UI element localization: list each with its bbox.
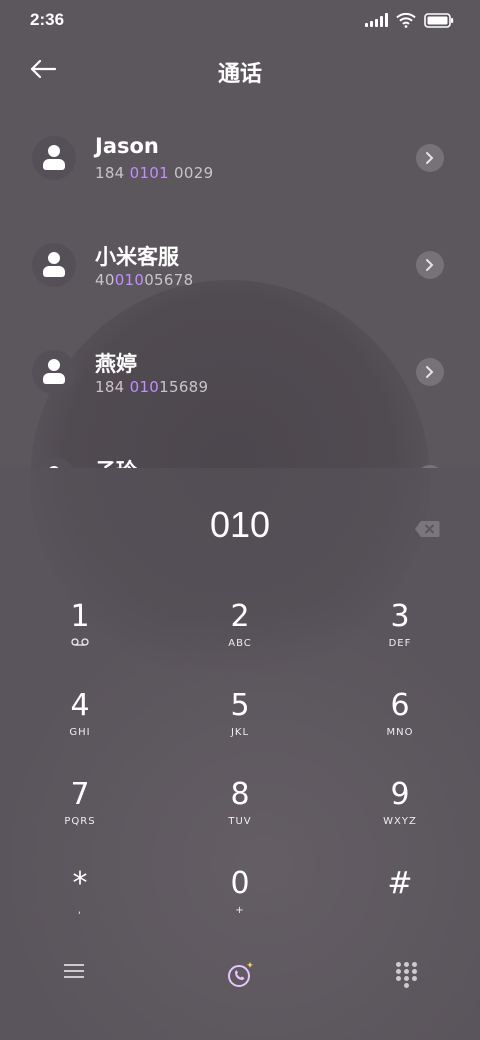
dial-key-0[interactable]: 0 + (180, 867, 300, 947)
status-icons (365, 12, 454, 28)
dial-key-hash[interactable]: # (340, 867, 460, 947)
dial-input[interactable]: 010 (0, 504, 480, 546)
contact-number: 184 0101 0029 (95, 164, 214, 182)
chevron-right-icon (426, 259, 434, 271)
contact-name: Jason (95, 134, 159, 158)
chevron-right-icon (426, 366, 434, 378)
avatar (32, 350, 76, 394)
contact-item[interactable]: Jason 184 0101 0029 (0, 110, 480, 210)
contact-name: 小米客服 (95, 245, 179, 269)
avatar (32, 136, 76, 180)
battery-icon (424, 12, 454, 28)
wifi-icon (396, 12, 416, 28)
dial-key-8[interactable]: 8 TUV (180, 778, 300, 858)
contact-number: 4001005678 (95, 271, 194, 289)
dial-key-9[interactable]: 9 WXYZ (340, 778, 460, 858)
dial-key-4[interactable]: 4 GHI (20, 689, 140, 769)
signal-icon (365, 13, 388, 27)
bottom-bar (0, 960, 480, 1020)
contact-name: 燕婷 (95, 352, 137, 376)
page-title: 通话 (217, 62, 262, 87)
dial-key-5[interactable]: 5 JKL (180, 689, 300, 769)
voicemail-icon (20, 638, 140, 649)
avatar (32, 243, 76, 287)
dial-key-7[interactable]: 7 PQRS (20, 778, 140, 858)
menu-button[interactable] (62, 960, 86, 984)
dialpad-toggle-button[interactable] (396, 962, 418, 988)
avatar (32, 457, 76, 468)
contact-item[interactable]: 小米客服 4001005678 (0, 217, 480, 317)
contact-item[interactable]: 子玲 (0, 431, 480, 468)
status-time: 2:36 (30, 10, 65, 29)
dial-key-1[interactable]: 1 (20, 600, 140, 680)
header: 通话 (0, 42, 480, 98)
dial-key-2[interactable]: 2 ABC (180, 600, 300, 680)
contact-detail-button[interactable] (416, 358, 444, 386)
contact-detail-button[interactable] (416, 144, 444, 172)
call-button[interactable] (226, 960, 256, 990)
contact-name: 子玲 (95, 455, 137, 468)
dial-key-6[interactable]: 6 MNO (340, 689, 460, 769)
call-icon (228, 962, 254, 987)
chevron-right-icon (426, 152, 434, 164)
contact-number: 184 01015689 (95, 378, 209, 396)
contact-detail-button[interactable] (416, 251, 444, 279)
status-bar: 2:36 (0, 0, 480, 42)
contact-list: Jason 184 0101 0029 小米客服 4001005678 燕婷 1… (0, 110, 480, 468)
backspace-icon (415, 521, 440, 537)
contact-item[interactable]: 燕婷 184 01015689 (0, 324, 480, 424)
delete-button[interactable] (414, 520, 440, 538)
dial-key-star[interactable]: * , (20, 867, 140, 947)
dial-key-3[interactable]: 3 DEF (340, 600, 460, 680)
